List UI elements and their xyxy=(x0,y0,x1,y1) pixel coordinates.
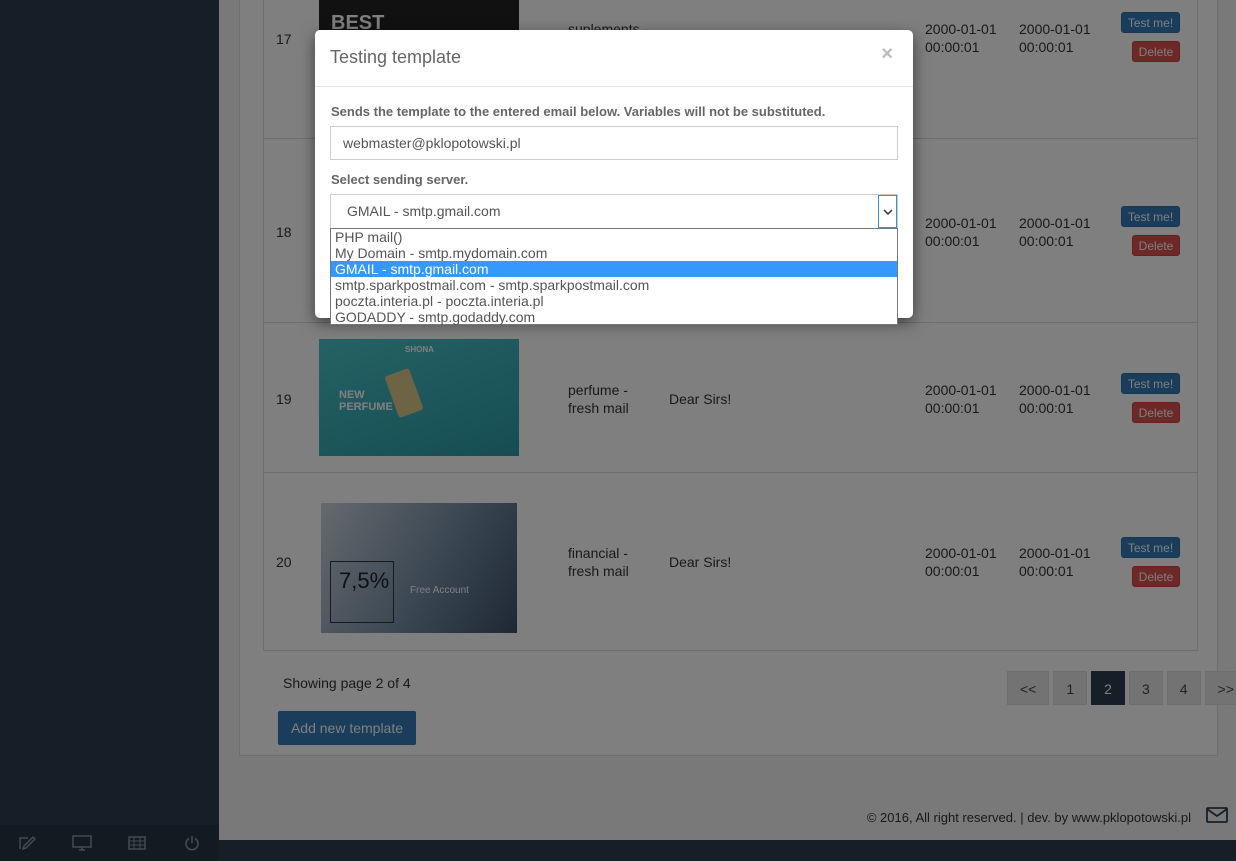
server-option[interactable]: My Domain - smtp.mydomain.com xyxy=(331,245,897,261)
instruction-text: Sends the template to the entered email … xyxy=(331,104,826,119)
server-select-value: GMAIL - smtp.gmail.com xyxy=(347,203,501,219)
server-option[interactable]: smtp.sparkpostmail.com - smtp.sparkpostm… xyxy=(331,277,897,293)
close-icon[interactable]: × xyxy=(881,43,893,66)
modal-title: Testing template xyxy=(330,47,462,67)
email-input[interactable]: webmaster@pklopotowski.pl xyxy=(330,126,898,160)
server-label: Select sending server. xyxy=(331,172,469,187)
server-option[interactable]: PHP mail() xyxy=(331,229,897,245)
server-select[interactable]: GMAIL - smtp.gmail.com xyxy=(330,194,898,229)
server-options-list: PHP mail() My Domain - smtp.mydomain.com… xyxy=(330,228,898,325)
server-option-selected[interactable]: GMAIL - smtp.gmail.com xyxy=(331,261,897,277)
modal-header: Testing template × xyxy=(315,30,913,87)
chevron-down-icon[interactable] xyxy=(878,195,897,228)
server-option[interactable]: GODADDY - smtp.godaddy.com xyxy=(331,309,897,325)
server-option[interactable]: poczta.interia.pl - poczta.interia.pl xyxy=(331,293,897,309)
